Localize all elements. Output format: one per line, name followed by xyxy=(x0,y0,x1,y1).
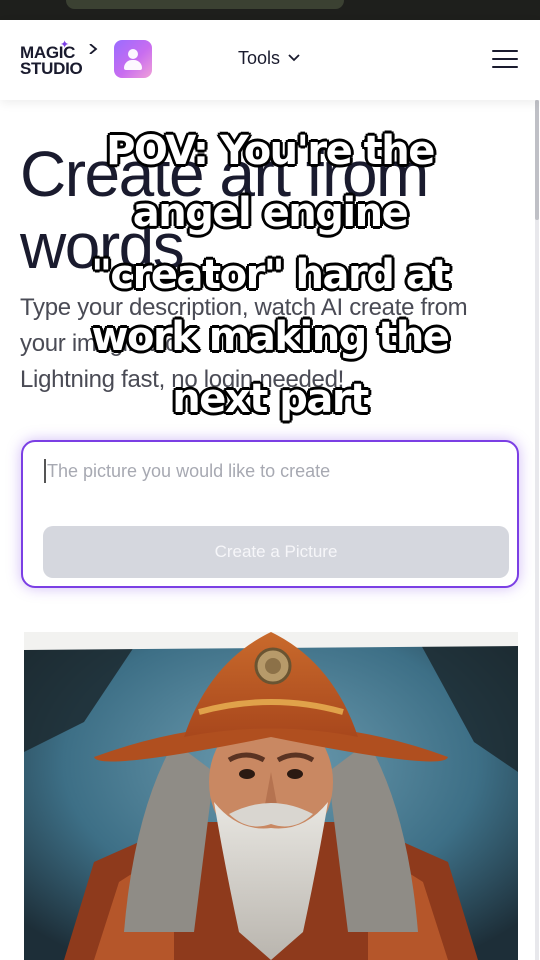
tools-menu-label[interactable]: Tools xyxy=(238,48,280,69)
site-header: MAGIC ✦ STUDIO Tools xyxy=(0,20,540,100)
logo-line-2: STUDIO xyxy=(20,59,83,78)
sparkle-icon: ✦ xyxy=(60,39,70,51)
prompt-card: Create a Picture xyxy=(21,440,519,588)
chevron-right-icon xyxy=(89,44,98,54)
prompt-input[interactable] xyxy=(47,457,487,485)
caption-line-5: next part xyxy=(171,375,370,423)
generated-artwork-wizard[interactable] xyxy=(24,632,518,960)
caption-line-2: angel engine xyxy=(132,189,410,237)
caption-line-3: "creator" hard at xyxy=(90,251,451,299)
create-picture-button[interactable]: Create a Picture xyxy=(43,526,509,578)
hamburger-menu-icon[interactable] xyxy=(492,50,518,68)
page-scrollbar[interactable] xyxy=(535,100,539,960)
video-caption-overlay: POV: You're the angel engine "creator" h… xyxy=(30,120,510,430)
caption-line-4: work making the xyxy=(91,313,451,361)
avatar-app-icon[interactable] xyxy=(114,40,152,78)
caption-line-1: POV: You're the xyxy=(105,127,436,175)
browser-top-strip xyxy=(0,0,540,20)
chevron-down-icon[interactable] xyxy=(288,54,300,62)
magic-studio-logo[interactable]: MAGIC ✦ STUDIO xyxy=(20,39,83,82)
text-cursor xyxy=(44,459,46,483)
address-bar[interactable] xyxy=(66,0,344,9)
